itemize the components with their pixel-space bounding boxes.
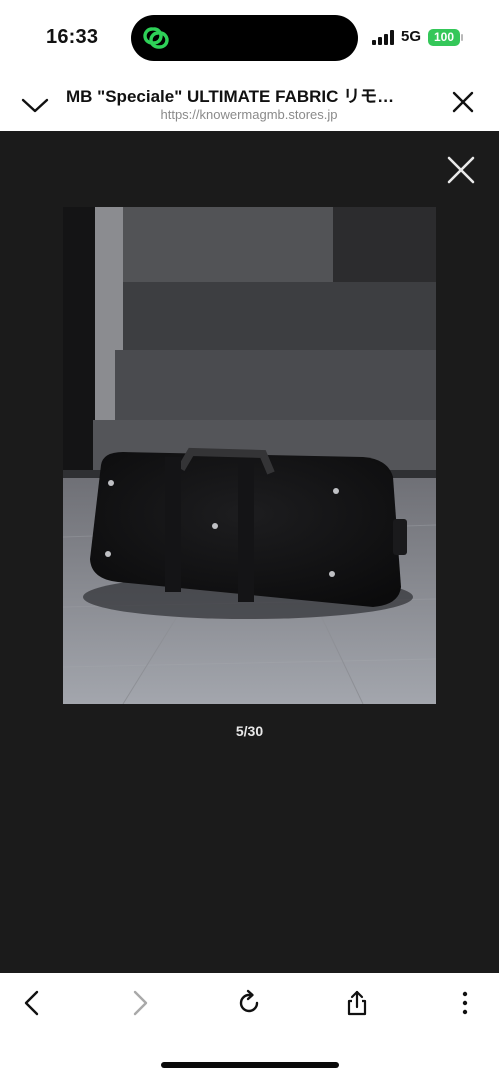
browser-toolbar <box>0 973 499 1080</box>
share-button[interactable] <box>339 987 375 1023</box>
close-icon <box>448 91 478 121</box>
forward-button[interactable] <box>122 987 158 1023</box>
network-type: 5G <box>401 28 422 45</box>
link-rings-icon <box>141 22 173 54</box>
battery-icon: 100 <box>428 29 460 46</box>
back-button[interactable] <box>14 987 50 1023</box>
reload-icon <box>235 989 263 1022</box>
close-page-button[interactable] <box>448 87 478 117</box>
battery-cap <box>461 34 463 41</box>
chevron-down-icon <box>18 98 52 124</box>
cellular-signal-icon <box>372 30 396 45</box>
close-icon <box>444 156 478 191</box>
share-icon <box>343 989 371 1022</box>
browser-header: MB "Speciale" ULTIMATE FABRIC リモ… https:… <box>0 70 499 131</box>
status-time: 16:33 <box>46 26 99 48</box>
page-url: https://knowermagmb.stores.jp <box>160 107 338 122</box>
chevron-right-icon <box>128 989 152 1022</box>
viewer-close-button[interactable] <box>444 153 478 187</box>
image-counter: 5/30 <box>235 723 264 739</box>
image-viewer: 5/30 <box>0 131 499 973</box>
home-indicator[interactable] <box>161 1062 339 1068</box>
more-vertical-icon <box>459 989 471 1022</box>
chevron-left-icon <box>20 989 44 1022</box>
page-title: MB "Speciale" ULTIMATE FABRIC リモ… <box>66 87 395 106</box>
product-photo[interactable] <box>63 207 436 704</box>
dynamic-island[interactable] <box>131 15 358 61</box>
collapse-button[interactable] <box>18 90 52 120</box>
reload-button[interactable] <box>231 987 267 1023</box>
more-button[interactable] <box>447 987 483 1023</box>
status-bar: 16:33 5G 100 <box>0 0 499 70</box>
